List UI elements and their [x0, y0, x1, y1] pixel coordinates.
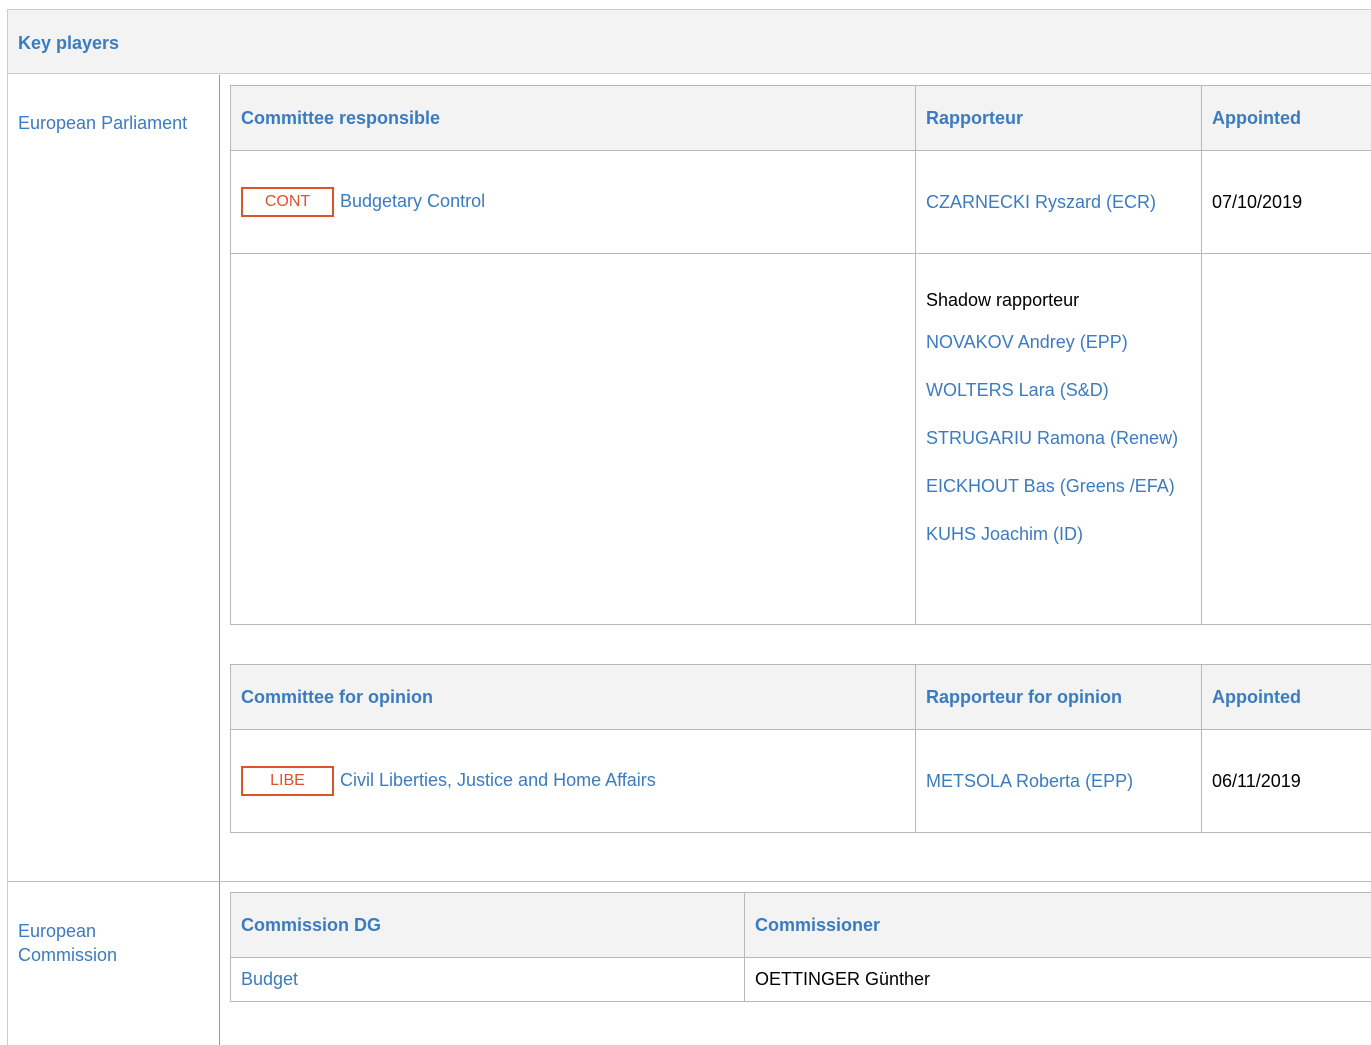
committee-responsible-table: Committee responsible Rapporteur Appoint… — [230, 85, 1371, 625]
header-commission-dg: Commission DG — [230, 892, 745, 958]
header-rapporteur-opinion: Rapporteur for opinion — [915, 664, 1202, 730]
appointed-date: 06/11/2019 — [1201, 729, 1371, 833]
key-players-header — [8, 10, 1371, 74]
shadow-rapporteur-link[interactable]: KUHS Joachim (ID) — [926, 522, 1191, 546]
shadow-rapporteur-link[interactable]: NOVAKOV Andrey (EPP) — [926, 330, 1191, 354]
committee-cell: CONT Budgetary Control — [230, 150, 916, 254]
row-divider — [8, 881, 1371, 882]
frame-left-border — [7, 9, 8, 1045]
rapporteur-link[interactable]: CZARNECKI Ryszard (ECR) — [926, 192, 1156, 212]
table-row: Budget OETTINGER Günther — [230, 957, 1371, 1002]
header-commissioner: Commissioner — [744, 892, 1371, 958]
appointed-date: 07/10/2019 — [1201, 150, 1371, 254]
header-committee-opinion: Committee for opinion — [230, 664, 916, 730]
dg-cell: Budget — [230, 957, 745, 1002]
table-row: Shadow rapporteur NOVAKOV Andrey (EPP) W… — [230, 253, 1371, 625]
committee-name-link[interactable]: Civil Liberties, Justice and Home Affair… — [340, 770, 656, 790]
header-appointed: Appointed — [1201, 85, 1371, 151]
committee-name-link[interactable]: Budgetary Control — [340, 191, 485, 211]
rapporteur-cell: CZARNECKI Ryszard (ECR) — [915, 150, 1202, 254]
commissioner-name: OETTINGER Günther — [744, 957, 1371, 1002]
rapporteur-cell: METSOLA Roberta (EPP) — [915, 729, 1202, 833]
table-header-row: Commission DG Commissioner — [230, 892, 1371, 958]
column-divider — [219, 75, 220, 1045]
empty-cell — [230, 253, 916, 625]
shadow-rapporteur-link[interactable]: EICKHOUT Bas (Greens /EFA) — [926, 474, 1191, 498]
commission-dg-link[interactable]: Budget — [241, 969, 298, 989]
table-row: LIBE Civil Liberties, Justice and Home Af… — [230, 729, 1371, 833]
shadow-rapporteur-cell: Shadow rapporteur NOVAKOV Andrey (EPP) W… — [915, 253, 1202, 625]
committee-cell: LIBE Civil Liberties, Justice and Home Af… — [230, 729, 916, 833]
european-commission-link[interactable]: European Commission — [18, 919, 158, 967]
empty-cell — [1201, 253, 1371, 625]
section-title: Key players — [18, 33, 120, 53]
shadow-rapporteur-title: Shadow rapporteur — [926, 290, 1080, 310]
table-row: CONT Budgetary Control CZARNECKI Ryszard … — [230, 150, 1371, 254]
commission-table: Commission DG Commissioner Budget OETTIN… — [230, 892, 1371, 1002]
table-header-row: Committee for opinion Rapporteur for opi… — [230, 664, 1371, 730]
committee-code-badge: LIBE — [241, 766, 334, 796]
rapporteur-link[interactable]: METSOLA Roberta (EPP) — [926, 771, 1133, 791]
table-header-row: Committee responsible Rapporteur Appoint… — [230, 85, 1371, 151]
header-committee-responsible: Committee responsible — [230, 85, 916, 151]
shadow-rapporteur-link[interactable]: STRUGARIU Ramona (Renew) — [926, 426, 1191, 450]
header-rapporteur: Rapporteur — [915, 85, 1202, 151]
shadow-rapporteur-link[interactable]: WOLTERS Lara (S&D) — [926, 378, 1191, 402]
committee-opinion-table: Committee for opinion Rapporteur for opi… — [230, 664, 1371, 833]
european-parliament-link[interactable]: European Parliament — [18, 113, 187, 134]
committee-code-badge: CONT — [241, 187, 334, 217]
header-appointed: Appointed — [1201, 664, 1371, 730]
